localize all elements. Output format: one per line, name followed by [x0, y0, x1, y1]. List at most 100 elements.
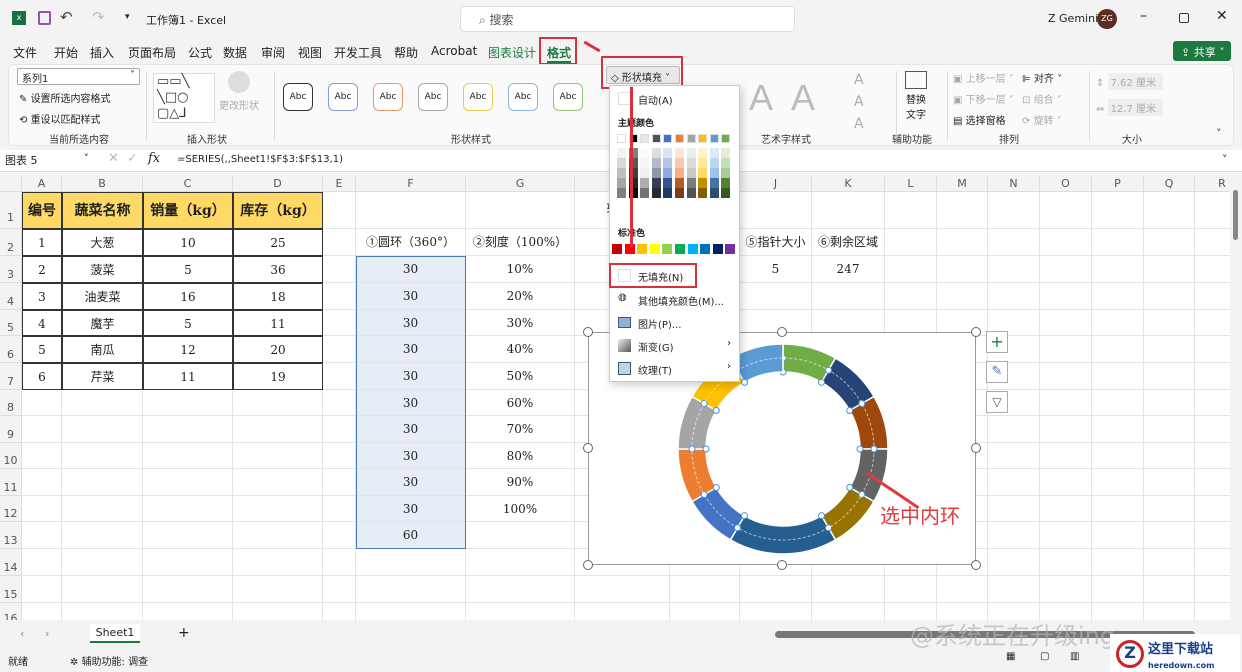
cell[interactable]: [1195, 576, 1230, 603]
resize-handle[interactable]: [971, 560, 981, 570]
select-all-corner[interactable]: [0, 176, 22, 192]
shape-style-option[interactable]: Abc: [553, 83, 583, 111]
row-header[interactable]: 7: [0, 363, 22, 390]
column-header[interactable]: O: [1040, 176, 1092, 192]
cell[interactable]: [323, 443, 356, 469]
cell[interactable]: [1144, 336, 1195, 363]
scale-value-cell[interactable]: 70%: [466, 416, 575, 443]
scale-value-cell[interactable]: 40%: [466, 336, 575, 363]
resize-handle[interactable]: [777, 327, 787, 337]
scale-value-cell[interactable]: 20%: [466, 283, 575, 310]
cell[interactable]: [885, 256, 937, 283]
segment-handle[interactable]: [741, 512, 748, 520]
theme-color-swatch[interactable]: [651, 134, 661, 143]
theme-shade-swatch[interactable]: [709, 158, 719, 168]
cell[interactable]: [1092, 229, 1144, 256]
column-header[interactable]: J: [740, 176, 812, 192]
table-cell[interactable]: 1: [22, 229, 62, 256]
theme-shade-swatch[interactable]: [721, 168, 731, 178]
cell[interactable]: [1195, 522, 1230, 549]
cell[interactable]: [1040, 256, 1092, 283]
normal-view-icon[interactable]: ▦: [1006, 651, 1015, 662]
cell[interactable]: [62, 603, 143, 620]
cell[interactable]: [1195, 603, 1230, 620]
cell[interactable]: [988, 229, 1040, 256]
cell[interactable]: [1144, 603, 1195, 620]
cell[interactable]: [670, 576, 740, 603]
cell[interactable]: [1144, 469, 1195, 496]
table-cell[interactable]: 魔芋: [62, 310, 143, 336]
table-cell[interactable]: 2: [22, 256, 62, 283]
row-header[interactable]: 6: [0, 336, 22, 363]
selection-pane-button[interactable]: ▤ 选择窗格: [953, 112, 1006, 127]
cell[interactable]: [323, 390, 356, 416]
segment-handle[interactable]: [712, 407, 720, 414]
cell[interactable]: [937, 256, 988, 283]
cell[interactable]: [466, 603, 575, 620]
column-header[interactable]: C: [143, 176, 233, 192]
standard-color-swatch[interactable]: [662, 244, 673, 254]
cell[interactable]: [1195, 192, 1230, 229]
table-cell[interactable]: 4: [22, 310, 62, 336]
cell[interactable]: [62, 549, 143, 576]
cell[interactable]: [22, 603, 62, 620]
theme-color-swatch[interactable]: [686, 134, 696, 143]
table-cell[interactable]: 5: [143, 310, 233, 336]
reset-style-button[interactable]: ⟲ 重设以匹配样式: [19, 111, 101, 126]
ring-value-cell[interactable]: 30: [356, 310, 466, 336]
cell[interactable]: [812, 603, 885, 620]
standard-color-swatch[interactable]: [700, 244, 711, 254]
cell[interactable]: [323, 416, 356, 443]
row-header[interactable]: 12: [0, 496, 22, 522]
doughnut-segment[interactable]: [729, 514, 837, 555]
table-cell[interactable]: 菠菜: [62, 256, 143, 283]
cell[interactable]: [1040, 469, 1092, 496]
cell[interactable]: [1195, 310, 1230, 336]
row-header[interactable]: 4: [0, 283, 22, 310]
cell[interactable]: [22, 469, 62, 496]
cell[interactable]: [143, 603, 233, 620]
cell[interactable]: [233, 522, 323, 549]
standard-color-swatch[interactable]: [637, 244, 648, 254]
cell[interactable]: [937, 576, 988, 603]
cell[interactable]: [62, 390, 143, 416]
theme-color-swatch[interactable]: [640, 134, 650, 143]
cell[interactable]: [1195, 229, 1230, 256]
shape-style-option[interactable]: Abc: [508, 83, 538, 111]
ring-value-cell[interactable]: 30: [356, 469, 466, 496]
cell[interactable]: [1040, 443, 1092, 469]
table-cell[interactable]: 6: [22, 363, 62, 390]
alt-text-button[interactable]: 替换 文字: [902, 71, 930, 121]
resize-handle[interactable]: [777, 560, 787, 570]
cell[interactable]: [988, 283, 1040, 310]
cell[interactable]: [356, 603, 466, 620]
standard-color-swatch[interactable]: [712, 244, 723, 254]
cell[interactable]: [1040, 416, 1092, 443]
helper-header[interactable]: ②刻度（100%）: [466, 229, 575, 256]
cell[interactable]: [466, 549, 575, 576]
cell[interactable]: [740, 283, 812, 310]
segment-handle[interactable]: [702, 445, 710, 453]
row-header[interactable]: 1: [0, 192, 22, 229]
cell[interactable]: [1144, 192, 1195, 229]
format-selection-button[interactable]: ✎ 设置所选内容格式: [19, 90, 111, 105]
ring-value-cell[interactable]: 30: [356, 443, 466, 469]
cell[interactable]: [22, 496, 62, 522]
column-header[interactable]: N: [988, 176, 1040, 192]
table-cell[interactable]: 16: [143, 283, 233, 310]
theme-shade-swatch[interactable]: [698, 188, 708, 198]
ring-value-cell[interactable]: 30: [356, 390, 466, 416]
cell[interactable]: [1092, 496, 1144, 522]
segment-handle[interactable]: [818, 512, 825, 520]
shapes-gallery[interactable]: ▭▭╲ ╲□○ ▢△⅃: [153, 73, 215, 123]
cell[interactable]: [988, 522, 1040, 549]
ring-value-cell[interactable]: 30: [356, 416, 466, 443]
segment-handle[interactable]: [858, 400, 866, 407]
table-cell[interactable]: 芹菜: [62, 363, 143, 390]
theme-shade-swatch[interactable]: [640, 168, 650, 178]
theme-shade-swatch[interactable]: [663, 158, 673, 168]
cell[interactable]: [1195, 496, 1230, 522]
collapse-ribbon-icon[interactable]: ˅: [1216, 127, 1222, 140]
cell[interactable]: [1144, 256, 1195, 283]
shape-style-option[interactable]: Abc: [463, 83, 493, 111]
